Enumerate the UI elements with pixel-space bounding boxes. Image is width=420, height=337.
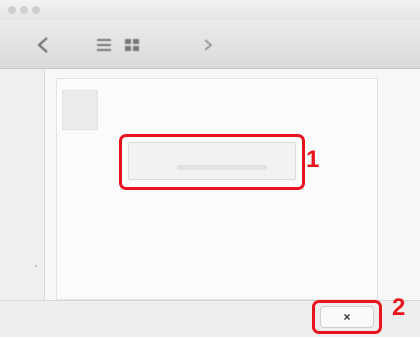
list-icon: [97, 39, 111, 51]
toolbar: [0, 20, 420, 69]
close-window-dot[interactable]: [8, 6, 16, 14]
back-button[interactable]: [30, 32, 58, 58]
highlight-box-2: [312, 300, 382, 334]
zoom-window-dot[interactable]: [32, 6, 40, 14]
sidebar-marker: ·: [34, 258, 38, 272]
grid-icon: [125, 39, 139, 51]
callout-number-1: 1: [306, 146, 320, 173]
document-thumbnail: [62, 90, 98, 130]
highlight-box-1: [119, 134, 305, 190]
callout-number-2: 2: [392, 294, 406, 321]
forward-icon: [204, 39, 213, 51]
sidebar: [0, 69, 45, 309]
back-icon: [37, 37, 48, 53]
minimize-window-dot[interactable]: [20, 6, 28, 14]
window-titlebar: [0, 0, 420, 20]
grid-view-button[interactable]: [120, 34, 144, 56]
list-view-button[interactable]: [92, 34, 116, 56]
forward-button[interactable]: [198, 34, 218, 56]
